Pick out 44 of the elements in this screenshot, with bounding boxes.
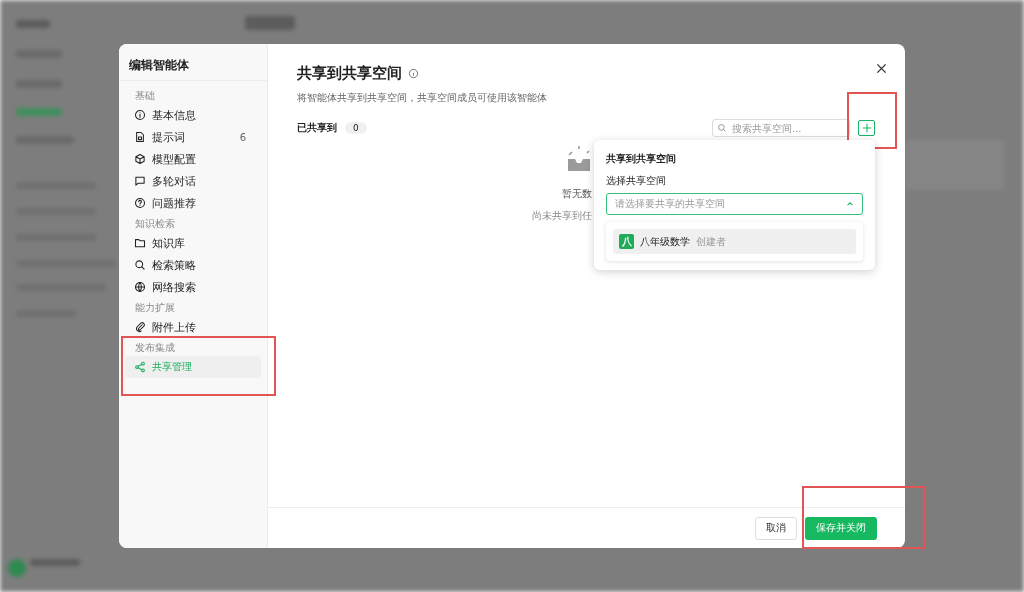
section-label: 能力扩展 xyxy=(134,301,176,315)
nav-item[interactable]: 附件上传 xyxy=(125,316,261,338)
section-label: 知识检索 xyxy=(134,217,176,231)
search-icon xyxy=(717,123,727,133)
nav-item[interactable]: 知识库 xyxy=(125,232,261,254)
empty-title: 暂无数 xyxy=(562,187,592,201)
nav-item[interactable]: 问题推荐 xyxy=(125,192,261,214)
nav-item[interactable]: 检索策略 xyxy=(125,254,261,276)
info-icon xyxy=(134,109,146,121)
count-badge: 0 xyxy=(345,122,367,134)
panel-description: 将智能体共享到共享空间，共享空间成员可使用该智能体 xyxy=(297,91,548,105)
search-icon xyxy=(134,259,146,271)
search-field[interactable]: 搜索共享空间... xyxy=(712,119,850,137)
panel-heading: 共享到共享空间 xyxy=(297,64,402,83)
chevron-icon xyxy=(846,200,854,208)
nav-item[interactable]: 提示词 6 xyxy=(125,126,261,148)
share-icon xyxy=(134,361,146,373)
info-icon xyxy=(408,68,419,79)
role-label: 创建者 xyxy=(696,234,726,249)
space-option[interactable]: 八 八年级数学 创建者 xyxy=(613,229,856,254)
close-button[interactable] xyxy=(874,61,889,76)
paperclip-icon xyxy=(134,321,146,333)
empty-description: 尚未共享到任 xyxy=(532,209,592,223)
field-label: 选择共享空间 xyxy=(606,174,667,188)
chat-bubble-icon xyxy=(134,175,146,187)
document-icon xyxy=(134,131,146,143)
shared-label: 已共享到 xyxy=(297,121,337,135)
cube-icon xyxy=(134,153,146,165)
nav-item[interactable]: 网络搜索 xyxy=(125,276,261,298)
nav-item[interactable]: 基本信息 xyxy=(125,104,261,126)
space-avatar: 八 xyxy=(619,234,634,249)
nav-item[interactable]: 多轮对话 xyxy=(125,170,261,192)
section-label: 基础 xyxy=(134,89,156,103)
dialog-title: 编辑智能体 xyxy=(119,44,267,81)
help-icon xyxy=(134,197,146,209)
add-button[interactable] xyxy=(858,120,875,136)
space-name: 八年级数学 xyxy=(640,234,690,249)
folder-icon xyxy=(134,237,146,249)
globe-icon xyxy=(134,281,146,293)
cancel-button[interactable]: 取消 xyxy=(755,516,797,540)
section-label: 发布集成 xyxy=(134,341,176,355)
count-label: 6 xyxy=(239,131,246,143)
nav-item[interactable]: 模型配置 xyxy=(125,148,261,170)
popover-title: 共享到共享空间 xyxy=(606,152,677,166)
